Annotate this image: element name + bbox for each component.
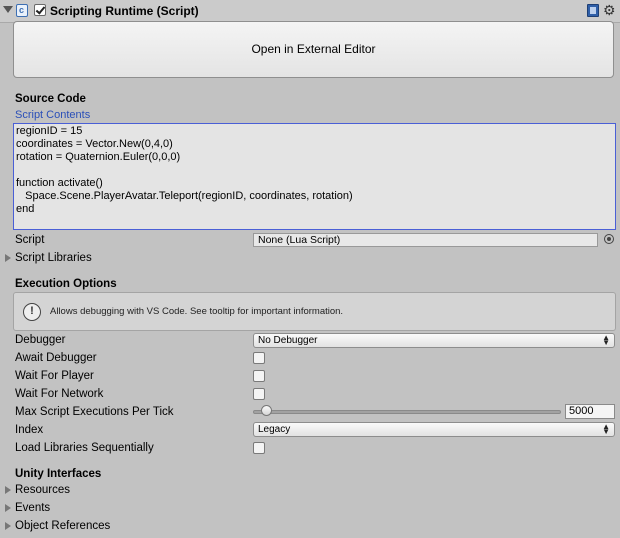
fold-triangle-icon[interactable] [3,6,13,13]
resources-foldout[interactable]: Resources [15,484,70,496]
wait-for-player-label: Wait For Player [15,370,94,382]
help-text: Allows debugging with VS Code. See toolt… [50,306,344,317]
component-enabled-checkbox[interactable] [34,4,46,16]
execution-options-heading: Execution Options [15,278,117,290]
component-header: c Scripting Runtime (Script) ⚙ [0,0,620,23]
unity-interfaces-heading: Unity Interfaces [15,468,102,480]
gear-icon[interactable]: ⚙ [603,2,616,18]
index-value: Legacy [258,424,291,435]
help-box: ! Allows debugging with VS Code. See too… [13,292,616,331]
load-libraries-label: Load Libraries Sequentially [15,442,154,454]
debugger-dropdown[interactable]: No Debugger ▲ ▼ [253,333,615,348]
await-debugger-checkbox[interactable] [253,352,265,364]
max-executions-label: Max Script Executions Per Tick [15,406,174,418]
script-label: Script [15,234,45,246]
debugger-value: No Debugger [258,335,318,346]
debugger-label: Debugger [15,334,66,346]
component-title: Scripting Runtime (Script) [50,4,199,18]
expand-triangle-icon[interactable] [5,504,11,512]
wait-for-network-checkbox[interactable] [253,388,265,400]
object-references-foldout[interactable]: Object References [15,520,110,532]
events-foldout[interactable]: Events [15,502,50,514]
open-external-editor-button[interactable]: Open in External Editor [13,21,614,78]
load-libraries-checkbox[interactable] [253,442,265,454]
dropdown-arrows-icon: ▲ ▼ [602,422,610,436]
max-executions-slider-track[interactable] [253,410,561,414]
wait-for-player-checkbox[interactable] [253,370,265,382]
object-picker-icon[interactable] [604,234,614,244]
index-dropdown[interactable]: Legacy ▲ ▼ [253,422,615,437]
max-executions-field[interactable]: 5000 [565,404,615,419]
wait-for-network-label: Wait For Network [15,388,104,400]
script-contents-label: Script Contents [15,109,91,121]
dropdown-arrows-icon: ▲ ▼ [602,333,610,347]
expand-triangle-icon[interactable] [5,522,11,530]
script-contents-textarea[interactable]: regionID = 15 coordinates = Vector.New(0… [13,123,616,230]
script-libraries-foldout[interactable]: Script Libraries [15,252,92,264]
expand-triangle-icon[interactable] [5,254,11,262]
script-icon: c [16,4,28,17]
source-code-heading: Source Code [15,93,86,105]
index-label: Index [15,424,44,436]
script-object-field[interactable]: None (Lua Script) [253,233,598,247]
help-book-icon[interactable] [587,4,599,17]
await-debugger-label: Await Debugger [15,352,97,364]
max-executions-slider-thumb[interactable] [261,405,272,416]
info-icon: ! [23,303,41,321]
expand-triangle-icon[interactable] [5,486,11,494]
